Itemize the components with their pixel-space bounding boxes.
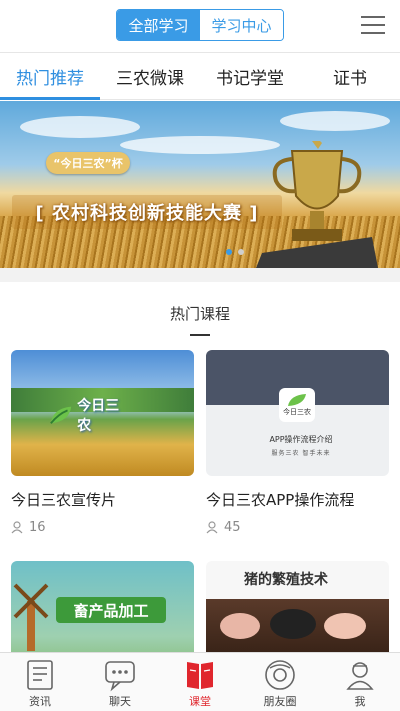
course-views: 45 [206,520,241,535]
course-thumbnail[interactable]: 猪的繁殖技术 [206,561,389,652]
nav-item-classroom[interactable]: 课堂 [160,653,240,711]
segment-learning-center[interactable]: 学习中心 [200,10,283,40]
course-card[interactable]: 猪的繁殖技术 [206,561,389,652]
course-view-count: 16 [29,520,46,535]
course-thumbnail[interactable]: 今日三农 [11,350,194,476]
course-thumbnail[interactable]: 今日三农 APP操作流程介绍 服务三农 智手未来 [206,350,389,476]
section-divider [0,268,400,282]
course-title[interactable]: 今日三农宣传片 [11,489,116,510]
leaf-logo-icon [50,406,72,424]
banner-pagination [226,249,244,255]
camera-circle-icon [265,660,295,690]
course-card[interactable]: 畜产品加工 [11,561,194,652]
user-profile-icon [346,662,374,690]
course-card[interactable]: 今日三农 APP操作流程介绍 服务三农 智手未来 今日三农APP操作流程 45 [206,350,389,540]
nav-label: 聊天 [109,695,131,708]
thumb-banner-text: 畜产品加工 [56,597,166,623]
bottom-navigation: 资讯 聊天 课堂 朋友圈 我 [0,652,400,711]
nav-label: 我 [354,695,366,708]
leaf-logo-icon [288,394,306,406]
tab-secretary-class[interactable]: 书记学堂 [200,53,300,99]
course-views: 16 [11,520,46,535]
section-title: 热门课程 [169,305,230,323]
pig-shape [220,613,260,639]
tab-certificate[interactable]: 证书 [300,53,400,99]
tab-hot-recommend[interactable]: 热门推荐 [0,53,100,100]
thumb-title: 猪的繁殖技术 [244,569,328,589]
person-icon [206,521,218,534]
top-header: 全部学习 学习中心 [0,0,400,52]
newspaper-icon [27,660,53,690]
thumb-logo: 今日三农 [279,388,315,422]
nav-label: 课堂 [189,695,211,708]
nav-label: 朋友圈 [263,695,297,708]
section-underline [190,334,210,336]
tab-agri-micro-course[interactable]: 三农微课 [100,53,200,99]
thumb-pigs-photo [206,599,389,652]
nav-item-news[interactable]: 资讯 [0,653,80,711]
nav-item-chat[interactable]: 聊天 [80,653,160,711]
banner-dot[interactable] [238,249,244,255]
course-view-count: 45 [224,520,241,535]
pig-shape [270,609,316,639]
nav-label: 资讯 [29,695,51,708]
course-card[interactable]: 今日三农 今日三农宣传片 16 [11,350,194,540]
learning-segment-control: 全部学习 学习中心 [116,9,284,41]
nav-item-moments[interactable]: 朋友圈 [240,653,320,711]
chat-bubble-icon [105,661,135,692]
thumb-logo-text: 今日三农 [283,408,311,416]
book-icon [187,662,213,689]
person-icon [11,521,23,534]
banner-cloud [20,116,140,138]
thumb-subtitle: APP操作流程介绍 [269,435,333,444]
course-title[interactable]: 今日三农APP操作流程 [206,489,354,510]
trophy-icon [256,141,378,268]
thumb-tagline: 服务三农 智手未来 [271,450,331,457]
promo-banner[interactable]: “今日三农”杯 [ 农村科技创新技能大赛 ] [0,101,400,268]
pig-shape [324,613,366,639]
banner-cloud [280,111,390,131]
banner-cup-badge: “今日三农”杯 [46,152,130,174]
banner-dot[interactable] [226,249,232,255]
thumb-title-text: 猪的繁殖技术 [244,572,328,588]
hamburger-menu-icon[interactable] [361,14,385,36]
thumb-logo: 今日三农 [49,398,129,434]
windmill-icon [13,583,49,651]
category-tabs: 热门推荐 三农微课 书记学堂 证书 [0,52,400,100]
banner-title: [ 农村科技创新技能大赛 ] [12,195,282,229]
thumb-logo-text: 今日三农 [77,398,120,434]
course-thumbnail[interactable]: 畜产品加工 [11,561,194,652]
nav-item-me[interactable]: 我 [320,653,400,711]
segment-all-learning[interactable]: 全部学习 [117,10,200,40]
